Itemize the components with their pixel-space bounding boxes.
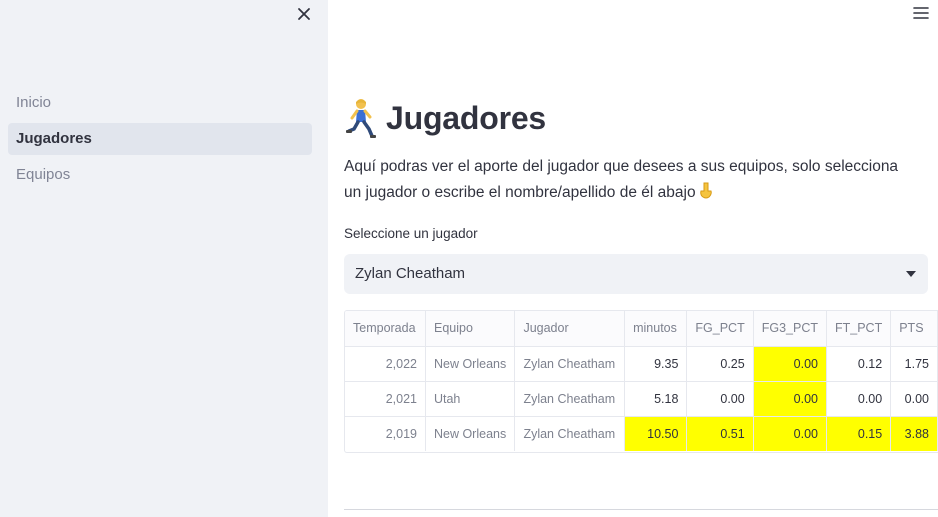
cell-pts: 3.88 <box>890 416 938 451</box>
main-menu-button[interactable] <box>912 4 930 22</box>
cell-pts: 1.75 <box>890 346 938 382</box>
column-header-temporada[interactable]: Temporada <box>345 311 426 347</box>
cell-equipo: Utah <box>425 381 516 417</box>
column-header-ft-pct[interactable]: FT_PCT <box>826 311 892 347</box>
main-content: Jugadores Aquí podras ver el aporte del … <box>328 0 938 517</box>
player-select-value: Zylan Cheatham <box>355 265 466 282</box>
column-header-equipo[interactable]: Equipo <box>425 311 516 347</box>
cell-equipo: New Orleans <box>425 346 516 382</box>
sidebar: Inicio Jugadores Equipos <box>0 0 328 517</box>
cell-fg-pct: 0.00 <box>686 381 754 417</box>
sidebar-item-jugadores[interactable]: Jugadores <box>8 123 312 155</box>
close-icon <box>298 8 310 20</box>
cell-equipo: New Orleans <box>425 416 516 451</box>
cell-jugador: Zylan Cheatham <box>514 381 626 417</box>
cell-minutos: 10.50 <box>624 416 688 451</box>
sidebar-item-equipos[interactable]: Equipos <box>8 159 312 191</box>
intro-text: Aquí podras ver el aporte del jugador qu… <box>344 154 904 206</box>
table-row: 2,022 New Orleans Zylan Cheatham 9.35 0.… <box>345 346 938 382</box>
cell-ft-pct: 0.12 <box>826 346 892 382</box>
column-header-pts[interactable]: PTS <box>890 311 938 347</box>
cell-temporada: 2,019 <box>345 416 426 451</box>
sidebar-nav: Inicio Jugadores Equipos <box>8 87 312 195</box>
cell-jugador: Zylan Cheatham <box>514 346 626 382</box>
cell-fg-pct: 0.25 <box>686 346 754 382</box>
cell-fg3-pct: 0.00 <box>753 381 827 417</box>
cell-fg3-pct: 0.00 <box>753 346 827 382</box>
close-sidebar-button[interactable] <box>294 4 314 24</box>
pointing-down-icon <box>699 182 712 199</box>
stats-table[interactable]: Temporada Equipo Jugador minutos FG_PCT … <box>344 310 938 453</box>
cell-fg-pct: 0.51 <box>686 416 754 451</box>
intro-text-content: Aquí podras ver el aporte del jugador qu… <box>344 158 899 201</box>
chevron-down-icon <box>906 271 916 277</box>
person-running-icon <box>346 99 376 138</box>
hamburger-menu-icon <box>913 7 929 19</box>
player-select[interactable]: Zylan Cheatham <box>344 254 928 294</box>
cell-pts: 0.00 <box>890 381 938 417</box>
divider <box>344 509 938 510</box>
player-select-label: Seleccione un jugador <box>344 226 478 241</box>
column-header-minutos[interactable]: minutos <box>624 311 688 347</box>
title-row: Jugadores <box>344 96 546 140</box>
column-header-fg-pct[interactable]: FG_PCT <box>686 311 754 347</box>
cell-minutos: 5.18 <box>624 381 688 417</box>
table-row: 2,021 Utah Zylan Cheatham 5.18 0.00 0.00… <box>345 381 938 417</box>
column-header-jugador[interactable]: Jugador <box>514 311 626 347</box>
cell-ft-pct: 0.00 <box>826 381 892 417</box>
cell-jugador: Zylan Cheatham <box>514 416 626 451</box>
column-header-fg3-pct[interactable]: FG3_PCT <box>753 311 827 347</box>
cell-temporada: 2,021 <box>345 381 426 417</box>
cell-fg3-pct: 0.00 <box>753 416 827 451</box>
cell-temporada: 2,022 <box>345 346 426 382</box>
table-header-row: Temporada Equipo Jugador minutos FG_PCT … <box>345 311 938 347</box>
sidebar-item-inicio[interactable]: Inicio <box>8 87 312 119</box>
cell-minutos: 9.35 <box>624 346 688 382</box>
page-title: Jugadores <box>386 99 547 136</box>
cell-ft-pct: 0.15 <box>826 416 892 451</box>
table-row: 2,019 New Orleans Zylan Cheatham 10.50 0… <box>345 416 938 451</box>
